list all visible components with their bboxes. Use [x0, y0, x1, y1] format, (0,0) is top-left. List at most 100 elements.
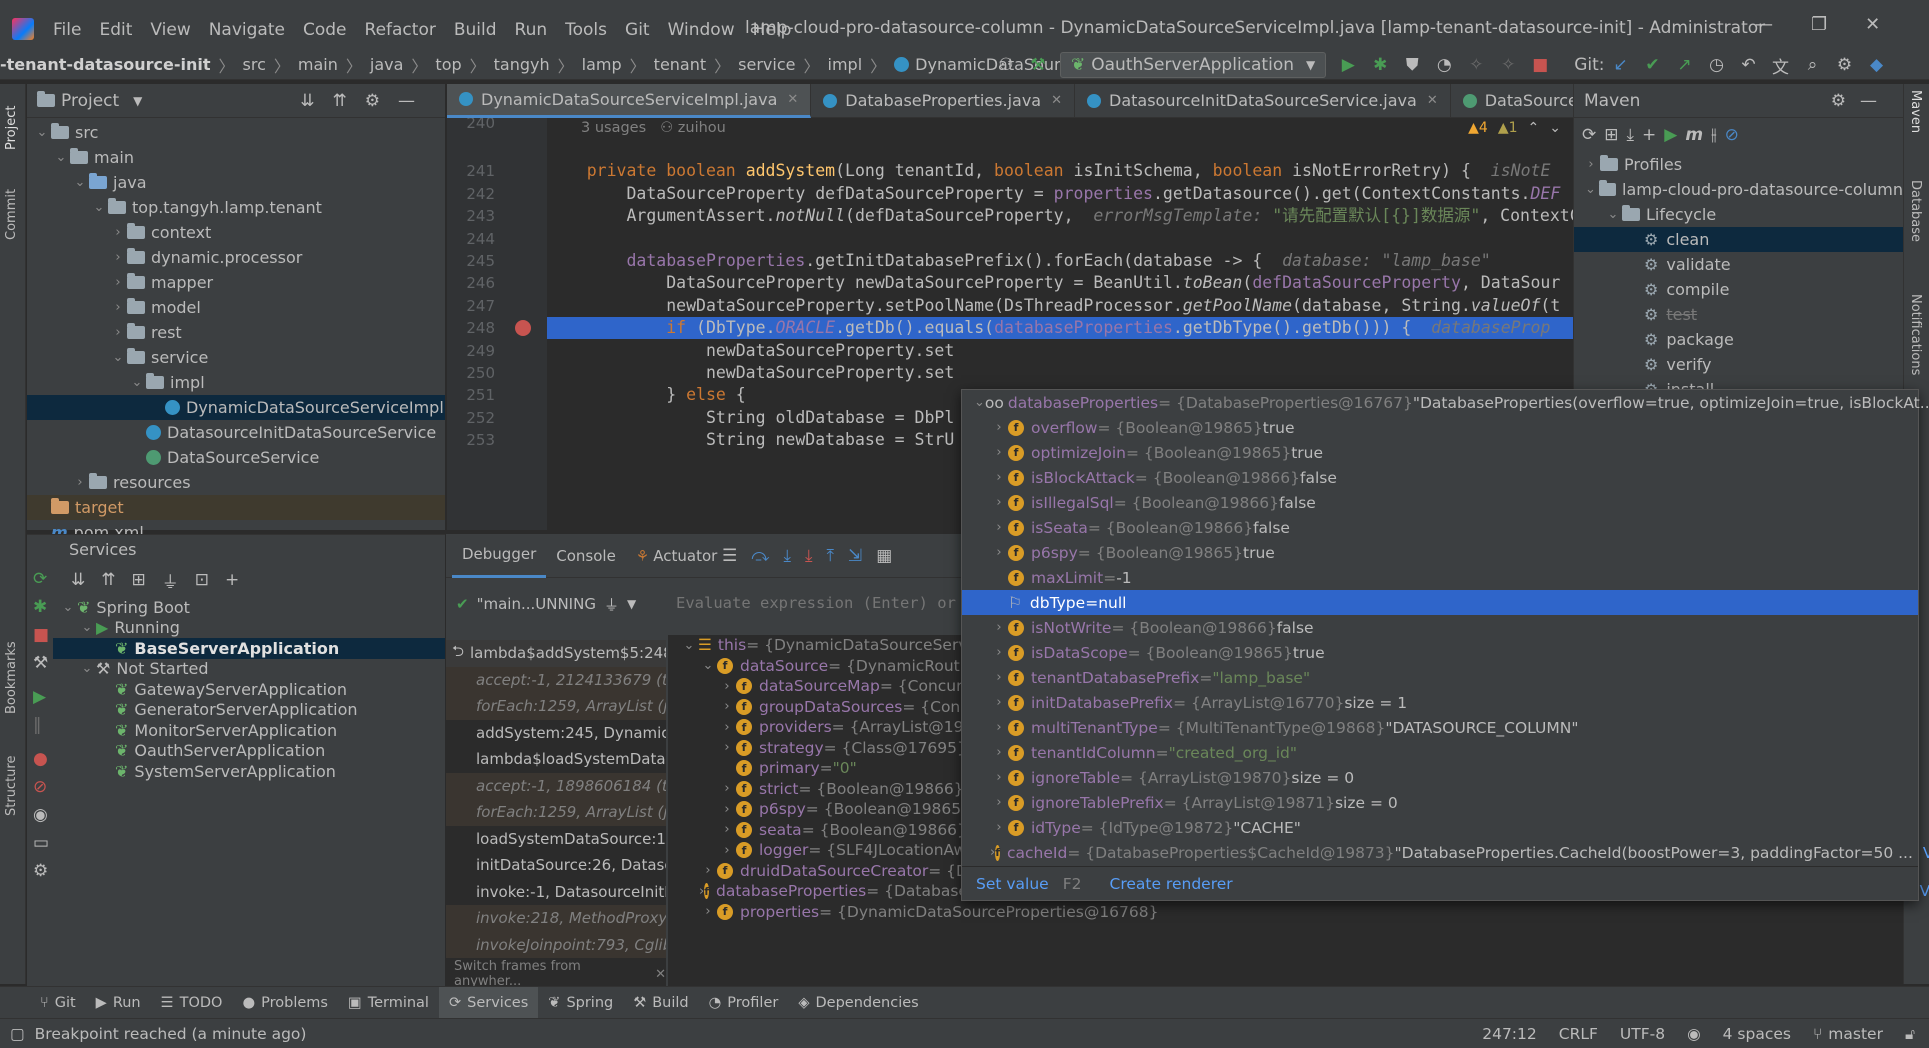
- chevron-right-icon[interactable]: ›: [990, 670, 1008, 685]
- service-item[interactable]: ⌄ ⚒ Not Started: [53, 659, 445, 680]
- stack-frame[interactable]: initDataSource:26, Dataso: [446, 852, 666, 879]
- stop-icon[interactable]: ■: [27, 621, 53, 649]
- chevron-down-icon[interactable]: ▼: [133, 94, 142, 108]
- chevron-right-icon[interactable]: ›: [990, 495, 1008, 510]
- project-tree-item[interactable]: › rest: [27, 320, 445, 345]
- collapse-all-icon[interactable]: ⇈: [101, 570, 115, 590]
- chevron-right-icon[interactable]: ›: [718, 822, 736, 837]
- debug-icon[interactable]: ✱: [27, 593, 53, 621]
- structure-tool-tab[interactable]: Structure: [4, 736, 19, 816]
- stack-frame[interactable]: invoke:218, MethodProxy: [446, 905, 666, 932]
- filter-icon[interactable]: ⏚: [604, 594, 619, 615]
- menu-file[interactable]: File: [44, 20, 90, 40]
- chevron-right-icon[interactable]: ›: [109, 225, 127, 240]
- editor-tab[interactable]: DynamicDataSourceServiceImpl.java ✕: [447, 83, 812, 118]
- chevron-down-icon[interactable]: ⌄: [109, 350, 127, 365]
- chevron-down-icon[interactable]: ⌄: [1604, 207, 1622, 222]
- rerun-icon[interactable]: ⟳: [27, 565, 53, 593]
- chevron-right-icon[interactable]: ›: [699, 863, 717, 878]
- layout-icon[interactable]: ▭: [27, 829, 53, 857]
- breakpoints-icon[interactable]: ●: [27, 745, 53, 773]
- popup-field-row[interactable]: › f tenantIdColumn = "created_org_id": [962, 740, 1918, 765]
- translate-icon[interactable]: 文: [1768, 52, 1794, 78]
- stack-frame[interactable]: invoke:-1, DatasourceInitD: [446, 879, 666, 906]
- build-hammer-icon[interactable]: ⚒: [1025, 52, 1051, 78]
- project-tree-item[interactable]: ⌄ top.tangyh.lamp.tenant: [27, 195, 445, 220]
- settings-icon[interactable]: ⚙: [1832, 52, 1858, 78]
- chevron-right-icon[interactable]: ›: [990, 520, 1008, 535]
- breadcrumb-item[interactable]: -tenant-datasource-init: [0, 55, 210, 74]
- code-line[interactable]: if (DbType.ORACLE.getDb().equals(databas…: [547, 317, 1550, 339]
- force-step-into-icon[interactable]: ⤓: [805, 546, 813, 566]
- git-push-icon[interactable]: ↗: [1672, 52, 1698, 78]
- git-update-icon[interactable]: ↙: [1608, 52, 1634, 78]
- popup-field-row[interactable]: › f idType = {IdType@19872} "CACHE": [962, 815, 1918, 840]
- menu-icon[interactable]: ☰: [722, 546, 737, 566]
- maven-tree-item[interactable]: ⌄ lamp-cloud-pro-datasource-column: [1574, 177, 1903, 202]
- commit-tool-tab[interactable]: Commit: [4, 180, 19, 240]
- stack-frame[interactable]: lambda$loadSystemDataS: [446, 746, 666, 773]
- usages-count[interactable]: 3 usages: [581, 120, 646, 136]
- code-line[interactable]: DataSourceProperty newDataSourceProperty…: [547, 272, 1560, 294]
- chevron-right-icon[interactable]: ›: [990, 470, 1008, 485]
- maven-tree-item[interactable]: ⚙ validate: [1574, 252, 1903, 277]
- bottom-tab-terminal[interactable]: ▣ Terminal: [338, 987, 439, 1019]
- maven-tree-item[interactable]: ⚙ package: [1574, 327, 1903, 352]
- code-line[interactable]: newDataSourceProperty.setPoolName(DsThre…: [547, 295, 1560, 317]
- maven-tree-item[interactable]: ⚙ clean: [1574, 227, 1903, 252]
- user-icon[interactable]: ⚇: [993, 52, 1019, 78]
- git-branch[interactable]: ⑂ master: [1813, 1025, 1883, 1043]
- chevron-right-icon[interactable]: ›: [990, 620, 1008, 635]
- chevron-right-icon[interactable]: ›: [990, 720, 1008, 735]
- project-tree-item[interactable]: › model: [27, 295, 445, 320]
- project-tree-item[interactable]: ⌄ impl: [27, 370, 445, 395]
- chevron-right-icon[interactable]: ›: [71, 475, 89, 490]
- chevron-down-icon[interactable]: ⌄: [33, 125, 51, 140]
- stack-frame[interactable]: addSystem:245, DynamicD: [446, 720, 666, 747]
- chevron-right-icon[interactable]: ›: [718, 679, 736, 694]
- service-item[interactable]: ❦ GeneratorServerApplication: [53, 700, 445, 721]
- maven-tree-item[interactable]: › Profiles: [1574, 152, 1903, 177]
- value-inspector-popup[interactable]: ⌄ oo databaseProperties = {DatabasePropert…: [961, 389, 1929, 901]
- menu-code[interactable]: Code: [294, 20, 356, 40]
- chevron-right-icon[interactable]: ›: [109, 250, 127, 265]
- debugger-tab[interactable]: ⚘ Actuator: [626, 534, 728, 578]
- bottom-tab-profiler[interactable]: ◔ Profiler: [699, 987, 789, 1019]
- project-tree-item[interactable]: DatasourceInitDataSourceService: [27, 420, 445, 445]
- coverage-icon[interactable]: ⛊: [1399, 52, 1425, 78]
- chevron-down-icon[interactable]: ⌄: [59, 600, 77, 615]
- chevron-right-icon[interactable]: ›: [990, 770, 1008, 785]
- step-over-icon[interactable]: ⤼: [751, 546, 769, 566]
- project-tool-tab[interactable]: Project: [4, 90, 19, 150]
- popup-field-row[interactable]: › f isBlockAttack = {Boolean@19866} false: [962, 465, 1918, 490]
- service-item[interactable]: ❦ OauthServerApplication: [53, 741, 445, 762]
- history-icon[interactable]: ◷: [1704, 52, 1730, 78]
- menu-view[interactable]: View: [141, 20, 199, 40]
- panel-actions[interactable]: ⇊⇈⚙—: [300, 91, 433, 111]
- chevron-right-icon[interactable]: ›: [990, 795, 1008, 810]
- chevron-down-icon[interactable]: ⌄: [78, 661, 96, 676]
- chevron-down-icon[interactable]: ⌄: [1549, 120, 1561, 136]
- service-item[interactable]: ❦ GatewayServerApplication: [53, 679, 445, 700]
- menu-run[interactable]: Run: [506, 20, 557, 40]
- resume-icon[interactable]: ▶: [27, 683, 53, 711]
- menu-tools[interactable]: Tools: [556, 20, 616, 40]
- stack-frame[interactable]: forEach:1259, ArrayList (ja: [446, 693, 666, 720]
- popup-field-row[interactable]: › f isNotWrite = {Boolean@19866} false: [962, 615, 1918, 640]
- skip-tests-icon[interactable]: ⊘: [1725, 125, 1739, 145]
- stack-frame[interactable]: accept:-1, 1898606184 (to: [446, 772, 666, 799]
- attach-icon[interactable]: ✧: [1463, 52, 1489, 78]
- git-commit-icon[interactable]: ✔: [1640, 52, 1666, 78]
- maven-tree-item[interactable]: ⚙ compile: [1574, 277, 1903, 302]
- evaluate-icon[interactable]: ▦: [876, 546, 892, 566]
- chevron-up-icon[interactable]: ⌃: [1528, 120, 1540, 136]
- popup-field-row[interactable]: › f p6spy = {Boolean@19865} true: [962, 540, 1918, 565]
- service-item[interactable]: ❦ BaseServerApplication: [53, 638, 445, 659]
- chevron-right-icon[interactable]: ›: [990, 820, 1008, 835]
- new-tab-icon[interactable]: ⊡: [195, 570, 209, 590]
- lock-icon[interactable]: 🔓︎: [1905, 1025, 1915, 1044]
- popup-field-row[interactable]: › f optimizeJoin = {Boolean@19865} true: [962, 440, 1918, 465]
- chevron-right-icon[interactable]: ›: [718, 699, 736, 714]
- chevron-down-icon[interactable]: ⌄: [90, 200, 108, 215]
- inspection-widget[interactable]: ▲4 ▲1 ⌃ ⌄: [1468, 120, 1561, 136]
